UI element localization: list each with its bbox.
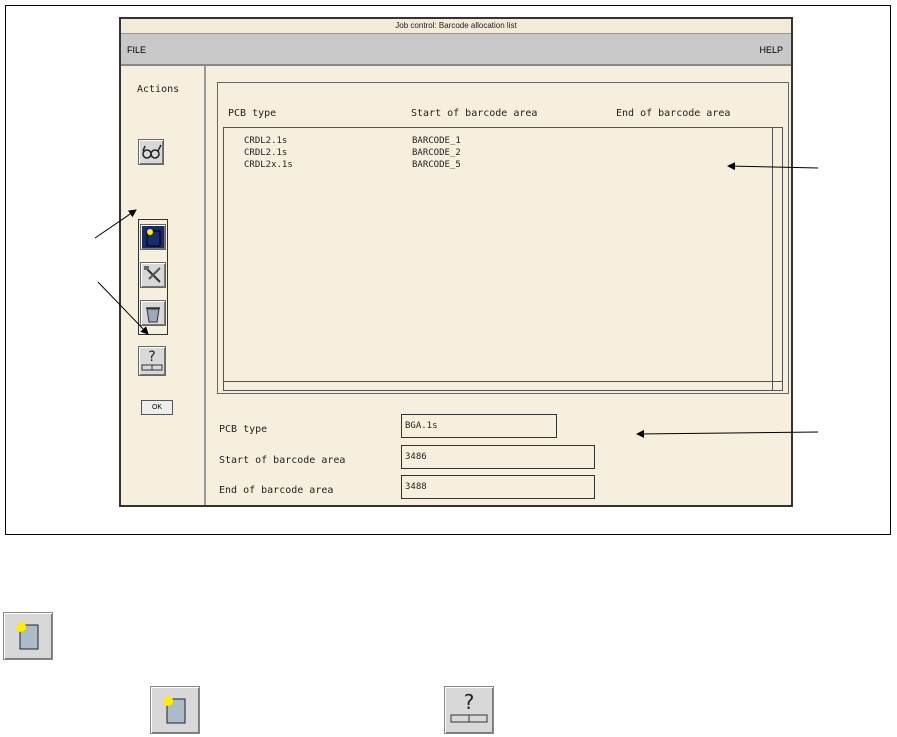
list-annotation-arrow [727, 162, 819, 171]
svg-text:?: ? [464, 690, 475, 714]
help-button-annotation-arrow [97, 281, 149, 335]
new-entry-icon-large [3, 612, 53, 660]
form-annotation-arrow [636, 429, 819, 438]
new-button-annotation-arrow [94, 209, 137, 239]
new-entry-icon-inline [150, 686, 200, 734]
annotation-arrows [94, 162, 819, 438]
help-icon-inline: ? [444, 686, 494, 734]
